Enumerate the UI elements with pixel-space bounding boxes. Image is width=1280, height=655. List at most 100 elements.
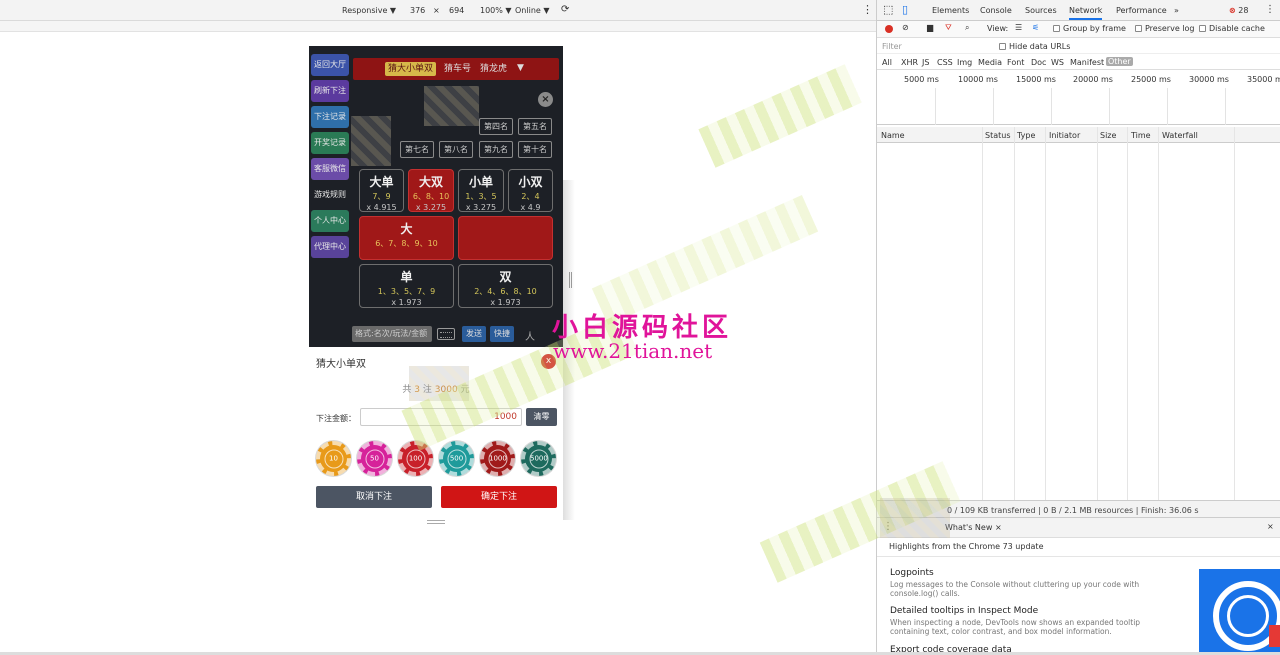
side-item-draw-record[interactable]: 开奖记录 (311, 132, 349, 154)
rank-button-8[interactable]: 第八名 (439, 141, 473, 158)
bet-card-small[interactable] (458, 216, 553, 260)
device-mode-select[interactable]: Responsive ▼ (342, 6, 396, 15)
side-item-refresh[interactable]: 刷新下注 (311, 80, 349, 102)
chip-1000[interactable]: 1000 (480, 441, 515, 476)
search-icon[interactable]: ⌕ (965, 23, 969, 33)
mosaic-overlay (424, 86, 479, 126)
rank-button-9[interactable]: 第九名 (479, 141, 513, 158)
chip-label: 50 (365, 449, 384, 468)
network-throttle-select[interactable]: Online ▼ (515, 6, 550, 15)
preserve-log-checkbox[interactable]: Preserve log (1135, 24, 1195, 33)
waterfall-view-icon[interactable]: ⚟ (1032, 23, 1039, 32)
column-time[interactable]: Time (1131, 131, 1151, 140)
timeline-gridline (1109, 88, 1110, 125)
bet-card-big-odd[interactable]: 大单 7、9 x 4.915 (359, 169, 404, 212)
side-item-agent[interactable]: 代理中心 (311, 236, 349, 258)
chip-5000[interactable]: 5000 (521, 441, 556, 476)
type-other[interactable]: Other (1106, 57, 1133, 66)
tab-console[interactable]: Console (980, 6, 1012, 15)
tab-elements[interactable]: Elements (932, 6, 969, 15)
tab-big-small-odd-even[interactable]: 猜大小单双 (385, 62, 437, 76)
clear-icon[interactable]: ⊘ (902, 23, 909, 32)
tab-network[interactable]: Network (1069, 6, 1103, 20)
chip-500[interactable]: 500 (439, 441, 474, 476)
type-css[interactable]: CSS (937, 58, 953, 67)
type-img[interactable]: Img (957, 58, 972, 67)
tab-whats-new[interactable]: What's New × (945, 523, 1002, 532)
bet-card-title: 大单 (369, 175, 394, 189)
cancel-bet-button[interactable]: 取消下注 (316, 486, 432, 508)
close-icon[interactable]: × (538, 92, 553, 107)
tab-car-number[interactable]: 猜车号 (441, 62, 474, 76)
column-status[interactable]: Status (985, 131, 1011, 140)
device-height-input[interactable]: 694 (449, 6, 464, 15)
device-width-input[interactable]: 376 (410, 6, 425, 15)
close-icon[interactable]: × (995, 523, 1002, 532)
type-manifest[interactable]: Manifest (1070, 58, 1104, 67)
hide-data-urls-checkbox[interactable]: Hide data URLs (999, 42, 1070, 51)
feature-detailed-tooltips[interactable]: Detailed tooltips in Inspect Mode When i… (890, 606, 1165, 636)
bet-card-odd[interactable]: 单 1、3、5、7、9 x 1.973 (359, 264, 454, 308)
person-icon[interactable]: 人 (525, 328, 535, 343)
resize-handle-side[interactable] (569, 272, 572, 288)
disable-cache-checkbox[interactable]: Disable cache (1199, 24, 1265, 33)
tab-dragon-tiger[interactable]: 猜龙虎 (477, 62, 510, 76)
type-doc[interactable]: Doc (1031, 58, 1046, 67)
rotate-icon[interactable]: ⟳ (561, 4, 569, 15)
confirm-bet-button[interactable]: 确定下注 (441, 486, 557, 508)
bet-command-input[interactable]: 格式:名次/玩法/金额 (352, 326, 432, 342)
chip-10[interactable]: 10 (316, 441, 351, 476)
resize-handle-bottom[interactable] (427, 520, 445, 524)
clear-button[interactable]: 清零 (526, 408, 557, 426)
side-item-profile[interactable]: 个人中心 (311, 210, 349, 232)
type-js[interactable]: JS (922, 58, 929, 67)
bet-card-big-even[interactable]: 大双 6、8、10 x 3.275 (408, 169, 454, 212)
column-type[interactable]: Type (1017, 131, 1035, 140)
bet-card-even[interactable]: 双 2、4、6、8、10 x 1.973 (458, 264, 553, 308)
column-waterfall[interactable]: Waterfall (1162, 131, 1198, 140)
bet-card-small-even[interactable]: 小双 2、4 x 4.9 (508, 169, 553, 212)
zoom-select[interactable]: 100% ▼ (480, 6, 512, 15)
side-item-lobby[interactable]: 返回大厅 (311, 54, 349, 76)
column-initiator[interactable]: Initiator (1049, 131, 1080, 140)
column-size[interactable]: Size (1100, 131, 1116, 140)
filter-input[interactable]: Filter (882, 42, 902, 51)
rank-button-10[interactable]: 第十名 (518, 141, 552, 158)
devtools-menu-icon[interactable]: ⋮ (1265, 4, 1275, 15)
rank-button-4[interactable]: 第四名 (479, 118, 513, 135)
side-item-bet-record[interactable]: 下注记录 (311, 106, 349, 128)
inspect-icon[interactable]: ⬚ (883, 3, 893, 16)
column-name[interactable]: Name (881, 131, 905, 140)
bet-card-small-odd[interactable]: 小单 1、3、5 x 3.275 (458, 169, 504, 212)
more-options-icon[interactable]: ⋮ (862, 3, 873, 16)
chip-50[interactable]: 50 (357, 441, 392, 476)
rank-button-5[interactable]: 第五名 (518, 118, 552, 135)
chevron-down-icon[interactable]: ▼ (517, 63, 524, 73)
side-item-service[interactable]: 客服微信 (311, 158, 349, 180)
feature-logpoints[interactable]: Logpoints Log messages to the Console wi… (890, 568, 1165, 598)
timeline-tick: 30000 ms (1189, 75, 1229, 84)
keyboard-icon[interactable] (437, 328, 455, 340)
record-icon[interactable] (885, 25, 893, 33)
bet-card-big[interactable]: 大 6、7、8、9、10 (359, 216, 454, 260)
quick-button[interactable]: 快捷 (490, 326, 514, 342)
device-toggle-icon[interactable]: ▯ (902, 3, 908, 16)
filter-icon[interactable]: ⛛ (945, 23, 952, 33)
send-button[interactable]: 发送 (462, 326, 486, 342)
type-ws[interactable]: WS (1051, 58, 1064, 67)
error-counter[interactable]: ⊗ 28 (1229, 6, 1248, 15)
group-by-frame-checkbox[interactable]: Group by frame (1053, 24, 1126, 33)
type-xhr[interactable]: XHR (901, 58, 918, 67)
bet-card-numbers: 2、4 (521, 192, 540, 201)
capture-screenshot-icon[interactable]: ▆ (927, 23, 933, 32)
tab-performance[interactable]: Performance (1116, 6, 1167, 15)
type-media[interactable]: Media (978, 58, 1002, 67)
rank-button-7[interactable]: 第七名 (400, 141, 434, 158)
type-font[interactable]: Font (1007, 58, 1024, 67)
list-view-icon[interactable]: ☰ (1015, 23, 1022, 32)
type-all[interactable]: All (882, 58, 892, 67)
tab-sources[interactable]: Sources (1025, 6, 1057, 15)
side-item-rules[interactable]: 游戏规则 (311, 184, 349, 206)
drawer-close-icon[interactable]: × (1267, 522, 1274, 531)
more-tabs-icon[interactable]: » (1174, 6, 1179, 15)
